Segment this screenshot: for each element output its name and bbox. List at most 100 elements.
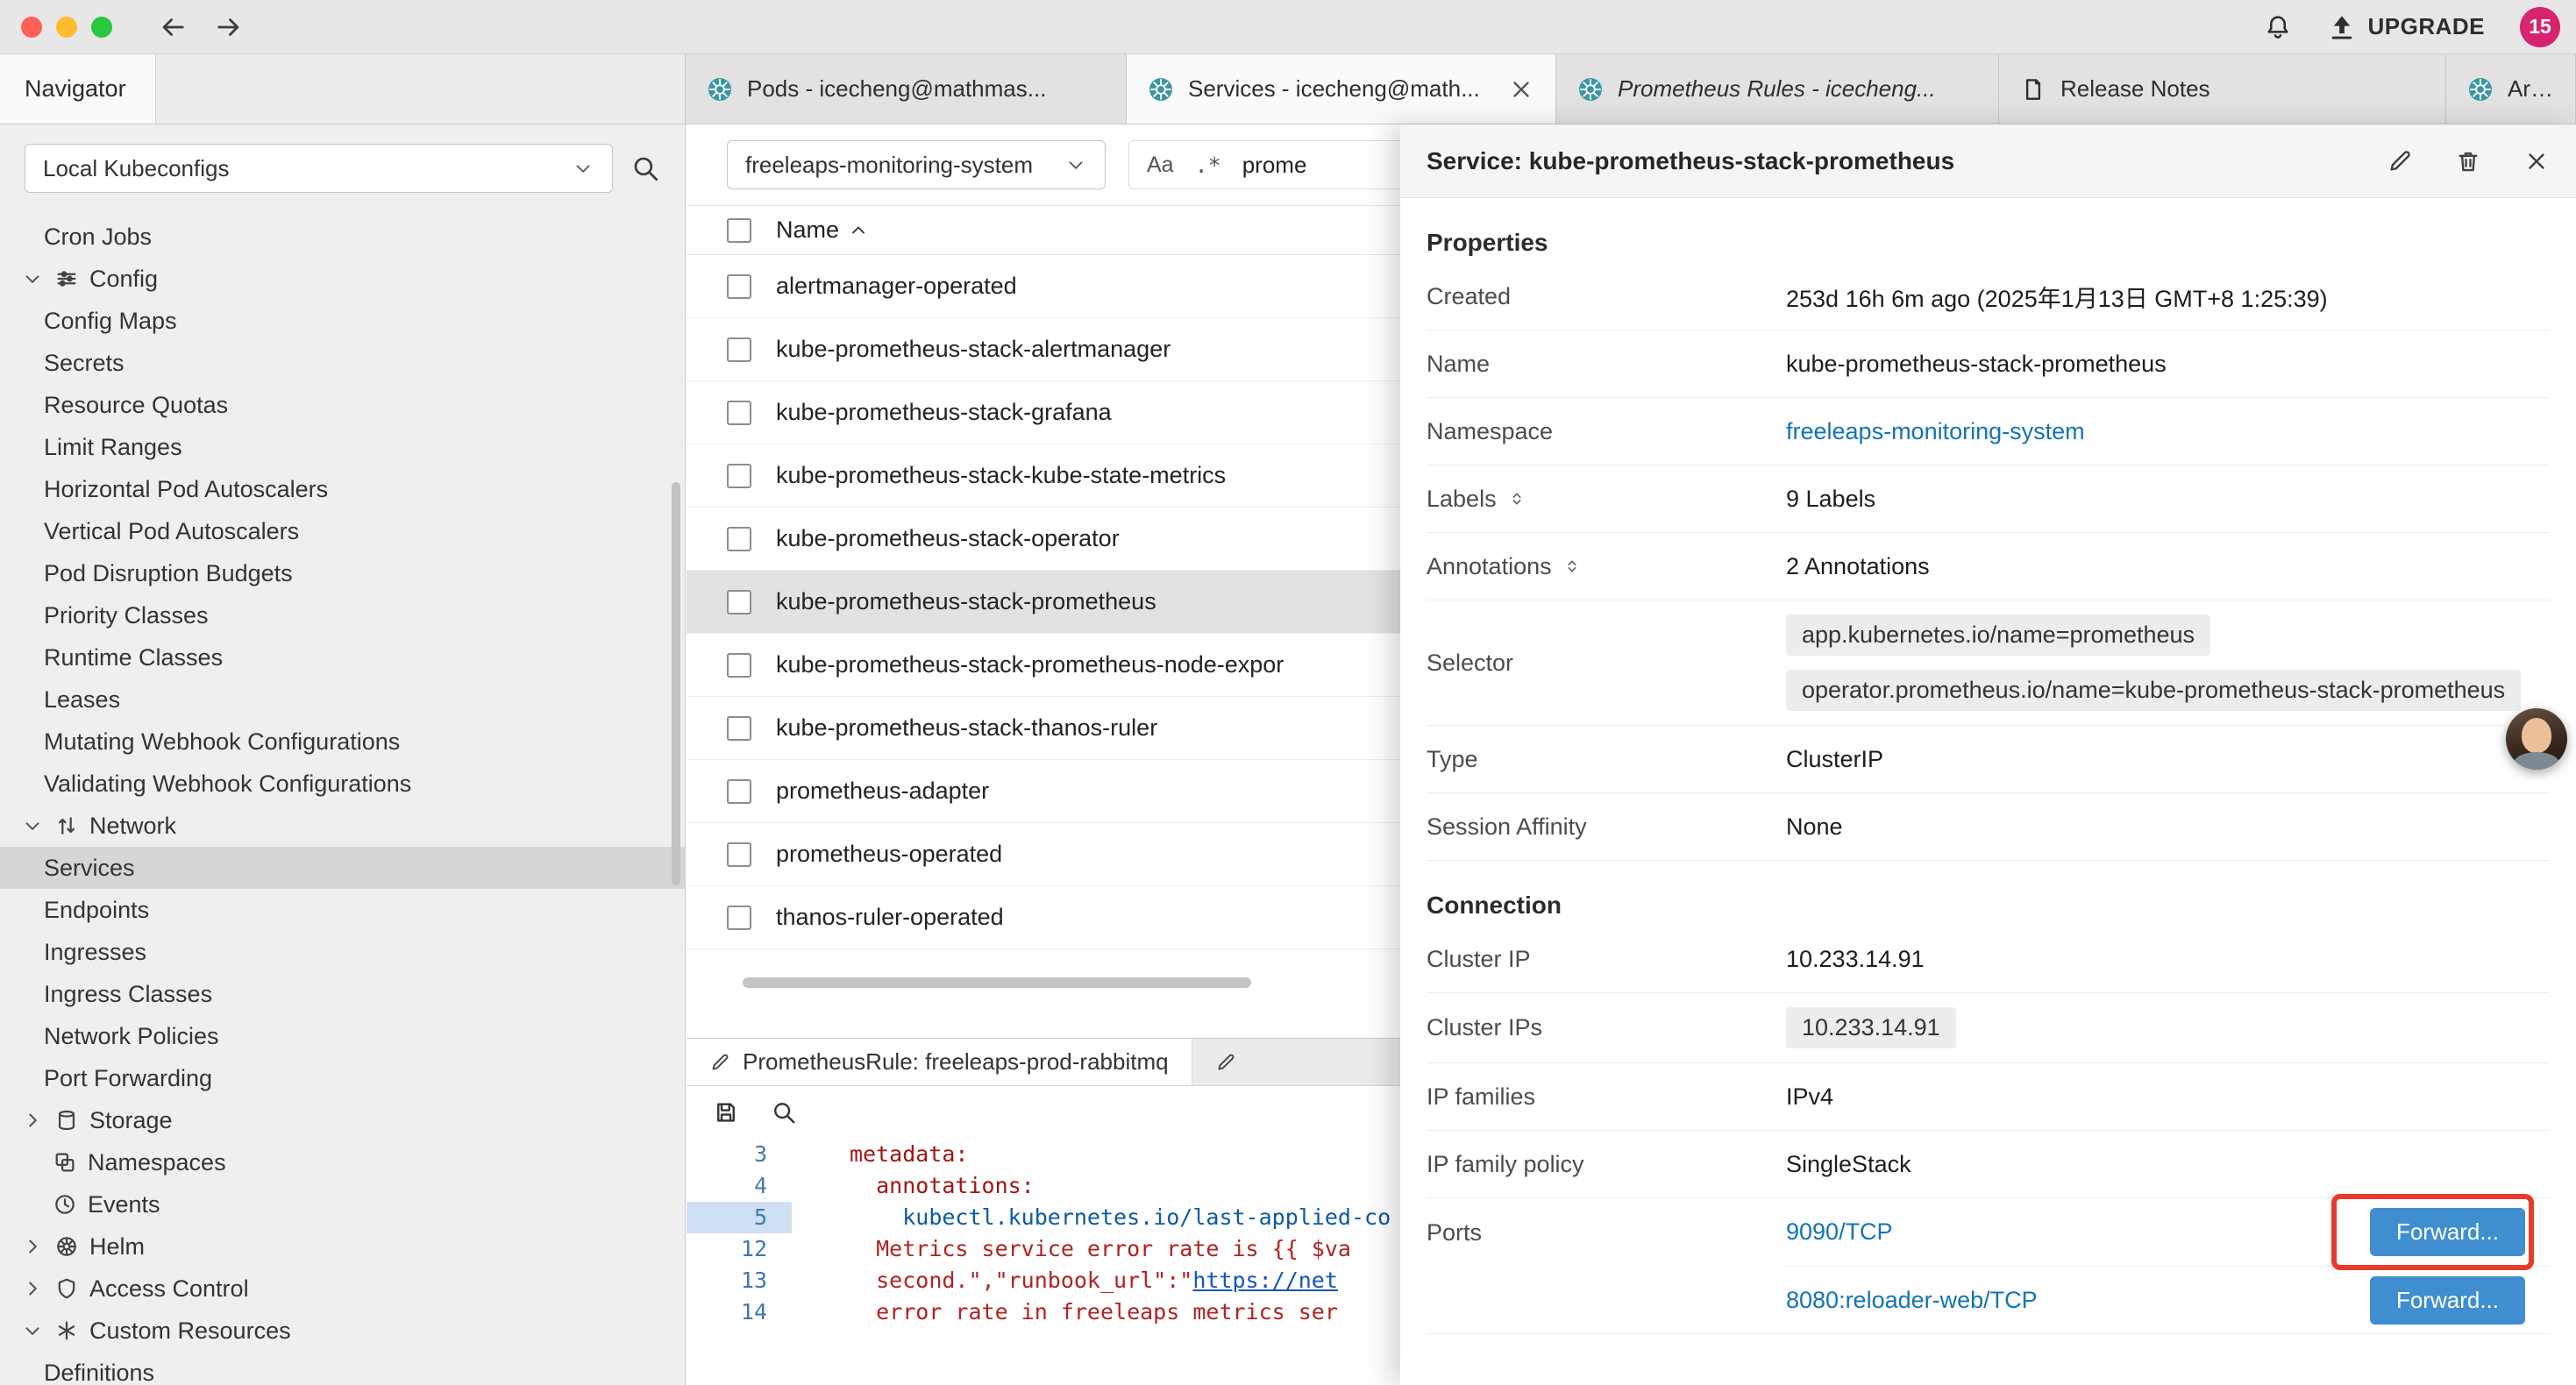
sidebar-item-mutating-webhook-configurations[interactable]: Mutating Webhook Configurations	[0, 721, 685, 763]
sidebar-item-endpoints[interactable]: Endpoints	[0, 889, 685, 931]
sidebar-item-secrets[interactable]: Secrets	[0, 342, 685, 384]
sidebar-item-config-maps[interactable]: Config Maps	[0, 300, 685, 342]
row-checkbox[interactable]	[727, 401, 751, 425]
tab-services-icecheng-math[interactable]: Services - icecheng@math...	[1127, 54, 1556, 124]
sidebar-item-network[interactable]: Network	[0, 805, 685, 847]
name-header-label: Name	[776, 217, 839, 244]
close-drawer-icon[interactable]	[2523, 148, 2550, 174]
select-all-checkbox[interactable]	[727, 218, 751, 243]
window-minimize-button[interactable]	[56, 17, 77, 38]
sidebar-item-label: Vertical Pod Autoscalers	[44, 518, 299, 545]
row-checkbox[interactable]	[727, 274, 751, 299]
sidebar-item-namespaces[interactable]: Namespaces	[0, 1141, 685, 1183]
forward-button[interactable]: Forward...	[2370, 1208, 2525, 1256]
sidebar-item-label: Config	[89, 266, 158, 293]
dock-tab-prometheusrule-freeleaps-prod-rabbitmq[interactable]: PrometheusRule: freeleaps-prod-rabbitmq	[687, 1039, 1192, 1085]
sidebar-item-horizontal-pod-autoscalers[interactable]: Horizontal Pod Autoscalers	[0, 468, 685, 510]
tab-argo-se[interactable]: Argo Se...	[2446, 54, 2576, 124]
sidebar-search-icon[interactable]	[630, 153, 660, 183]
port-link[interactable]: 8080:reloader-web/TCP	[1786, 1287, 2038, 1314]
user-avatar[interactable]	[2506, 708, 2567, 770]
sidebar-item-definitions[interactable]: Definitions	[0, 1352, 685, 1385]
tab-release-notes[interactable]: Release Notes	[1999, 54, 2446, 124]
detail-label: Selector	[1427, 650, 1786, 677]
detail-label: Type	[1427, 746, 1786, 773]
sidebar-item-network-policies[interactable]: Network Policies	[0, 1015, 685, 1057]
regex-toggle[interactable]: .*	[1195, 153, 1221, 178]
history-forward-button[interactable]	[214, 12, 244, 42]
sort-updown-icon[interactable]	[1562, 557, 1582, 576]
sidebar-item-events[interactable]: Events	[0, 1183, 685, 1225]
match-case-toggle[interactable]: Aa	[1147, 153, 1174, 178]
edit-icon[interactable]	[2387, 148, 2413, 174]
detail-label: Created	[1427, 283, 1786, 310]
namespace-select[interactable]: freeleaps-monitoring-system	[727, 140, 1106, 189]
port-entry: 8080:reloader-web/TCP Forward...	[1786, 1266, 2550, 1333]
sidebar-item-validating-webhook-configurations[interactable]: Validating Webhook Configurations	[0, 763, 685, 805]
upgrade-button[interactable]: UPGRADE	[2327, 12, 2485, 42]
delete-icon[interactable]	[2455, 148, 2481, 174]
row-checkbox[interactable]	[727, 464, 751, 488]
editor-search-icon[interactable]	[771, 1099, 797, 1126]
sidebar-item-pod-disruption-budgets[interactable]: Pod Disruption Budgets	[0, 552, 685, 594]
chevron-right-icon	[21, 1109, 44, 1132]
sidebar-item-helm[interactable]: Helm	[0, 1225, 685, 1268]
navigator-panel-tab[interactable]: Navigator	[0, 54, 156, 124]
row-checkbox[interactable]	[727, 906, 751, 930]
sidebar-item-services[interactable]: Services	[0, 847, 685, 889]
row-checkbox[interactable]	[727, 337, 751, 362]
sidebar-item-priority-classes[interactable]: Priority Classes	[0, 594, 685, 636]
dock-tab-partial[interactable]	[1192, 1039, 1315, 1085]
sidebar-item-config[interactable]: Config	[0, 258, 685, 300]
tab-label: Services - icecheng@math...	[1188, 75, 1489, 103]
detail-label: Ports	[1427, 1198, 1786, 1333]
detail-row-namespace: Namespacefreeleaps-monitoring-system	[1427, 398, 2550, 465]
upgrade-icon	[2327, 12, 2357, 42]
history-navigation	[158, 12, 244, 42]
sidebar-item-runtime-classes[interactable]: Runtime Classes	[0, 636, 685, 678]
forward-button[interactable]: Forward...	[2370, 1276, 2525, 1325]
row-checkbox[interactable]	[727, 779, 751, 804]
drawer-header: Service: kube-prometheus-stack-prometheu…	[1400, 124, 2576, 198]
row-checkbox[interactable]	[727, 527, 751, 551]
detail-value[interactable]: freeleaps-monitoring-system	[1786, 418, 2085, 445]
detail-label-text: Selector	[1427, 650, 1513, 677]
sort-updown-icon[interactable]	[1507, 489, 1526, 508]
window-zoom-button[interactable]	[91, 17, 112, 38]
row-checkbox[interactable]	[727, 716, 751, 741]
notification-count-badge[interactable]: 15	[2520, 7, 2560, 47]
sidebar-item-storage[interactable]: Storage	[0, 1099, 685, 1141]
sidebar-item-resource-quotas[interactable]: Resource Quotas	[0, 384, 685, 426]
row-checkbox[interactable]	[727, 653, 751, 678]
sidebar-item-access-control[interactable]: Access Control	[0, 1268, 685, 1310]
detail-row-annotations: Annotations2 Annotations	[1427, 533, 2550, 600]
save-icon[interactable]	[713, 1099, 739, 1126]
sidebar-scrollbar-thumb[interactable]	[672, 482, 680, 885]
tab-close-icon[interactable]	[1508, 76, 1534, 103]
sidebar-item-ingress-classes[interactable]: Ingress Classes	[0, 973, 685, 1015]
kubeconfig-select[interactable]: Local Kubeconfigs	[25, 144, 613, 193]
sidebar-item-ingresses[interactable]: Ingresses	[0, 931, 685, 973]
detail-label: Session Affinity	[1427, 813, 1786, 841]
sidebar-item-port-forwarding[interactable]: Port Forwarding	[0, 1057, 685, 1099]
section-heading-connection: Connection	[1427, 891, 2550, 920]
tab-pods-icecheng-mathmas[interactable]: Pods - icecheng@mathmas...	[686, 54, 1127, 124]
search-input[interactable]: prome	[1242, 152, 1307, 179]
port-link[interactable]: 9090/TCP	[1786, 1218, 1893, 1246]
sidebar-item-vertical-pod-autoscalers[interactable]: Vertical Pod Autoscalers	[0, 510, 685, 552]
sidebar-item-cron-jobs[interactable]: Cron Jobs	[0, 216, 685, 258]
sidebar-item-custom-resources[interactable]: Custom Resources	[0, 1310, 685, 1352]
row-name: kube-prometheus-stack-prometheus-node-ex…	[776, 651, 1284, 678]
row-checkbox[interactable]	[727, 842, 751, 867]
window-close-button[interactable]	[21, 17, 42, 38]
history-back-button[interactable]	[158, 12, 188, 42]
window-controls	[0, 17, 112, 38]
sidebar-item-limit-ranges[interactable]: Limit Ranges	[0, 426, 685, 468]
name-column-header[interactable]: Name	[776, 217, 869, 244]
notifications-bell-icon[interactable]	[2264, 13, 2292, 41]
tab-prometheus-rules-icecheng[interactable]: Prometheus Rules - icecheng...	[1556, 54, 1999, 124]
scrollbar-thumb[interactable]	[743, 977, 1251, 988]
sidebar-item-leases[interactable]: Leases	[0, 678, 685, 721]
row-checkbox[interactable]	[727, 590, 751, 614]
detail-value: ClusterIP	[1786, 746, 1883, 773]
